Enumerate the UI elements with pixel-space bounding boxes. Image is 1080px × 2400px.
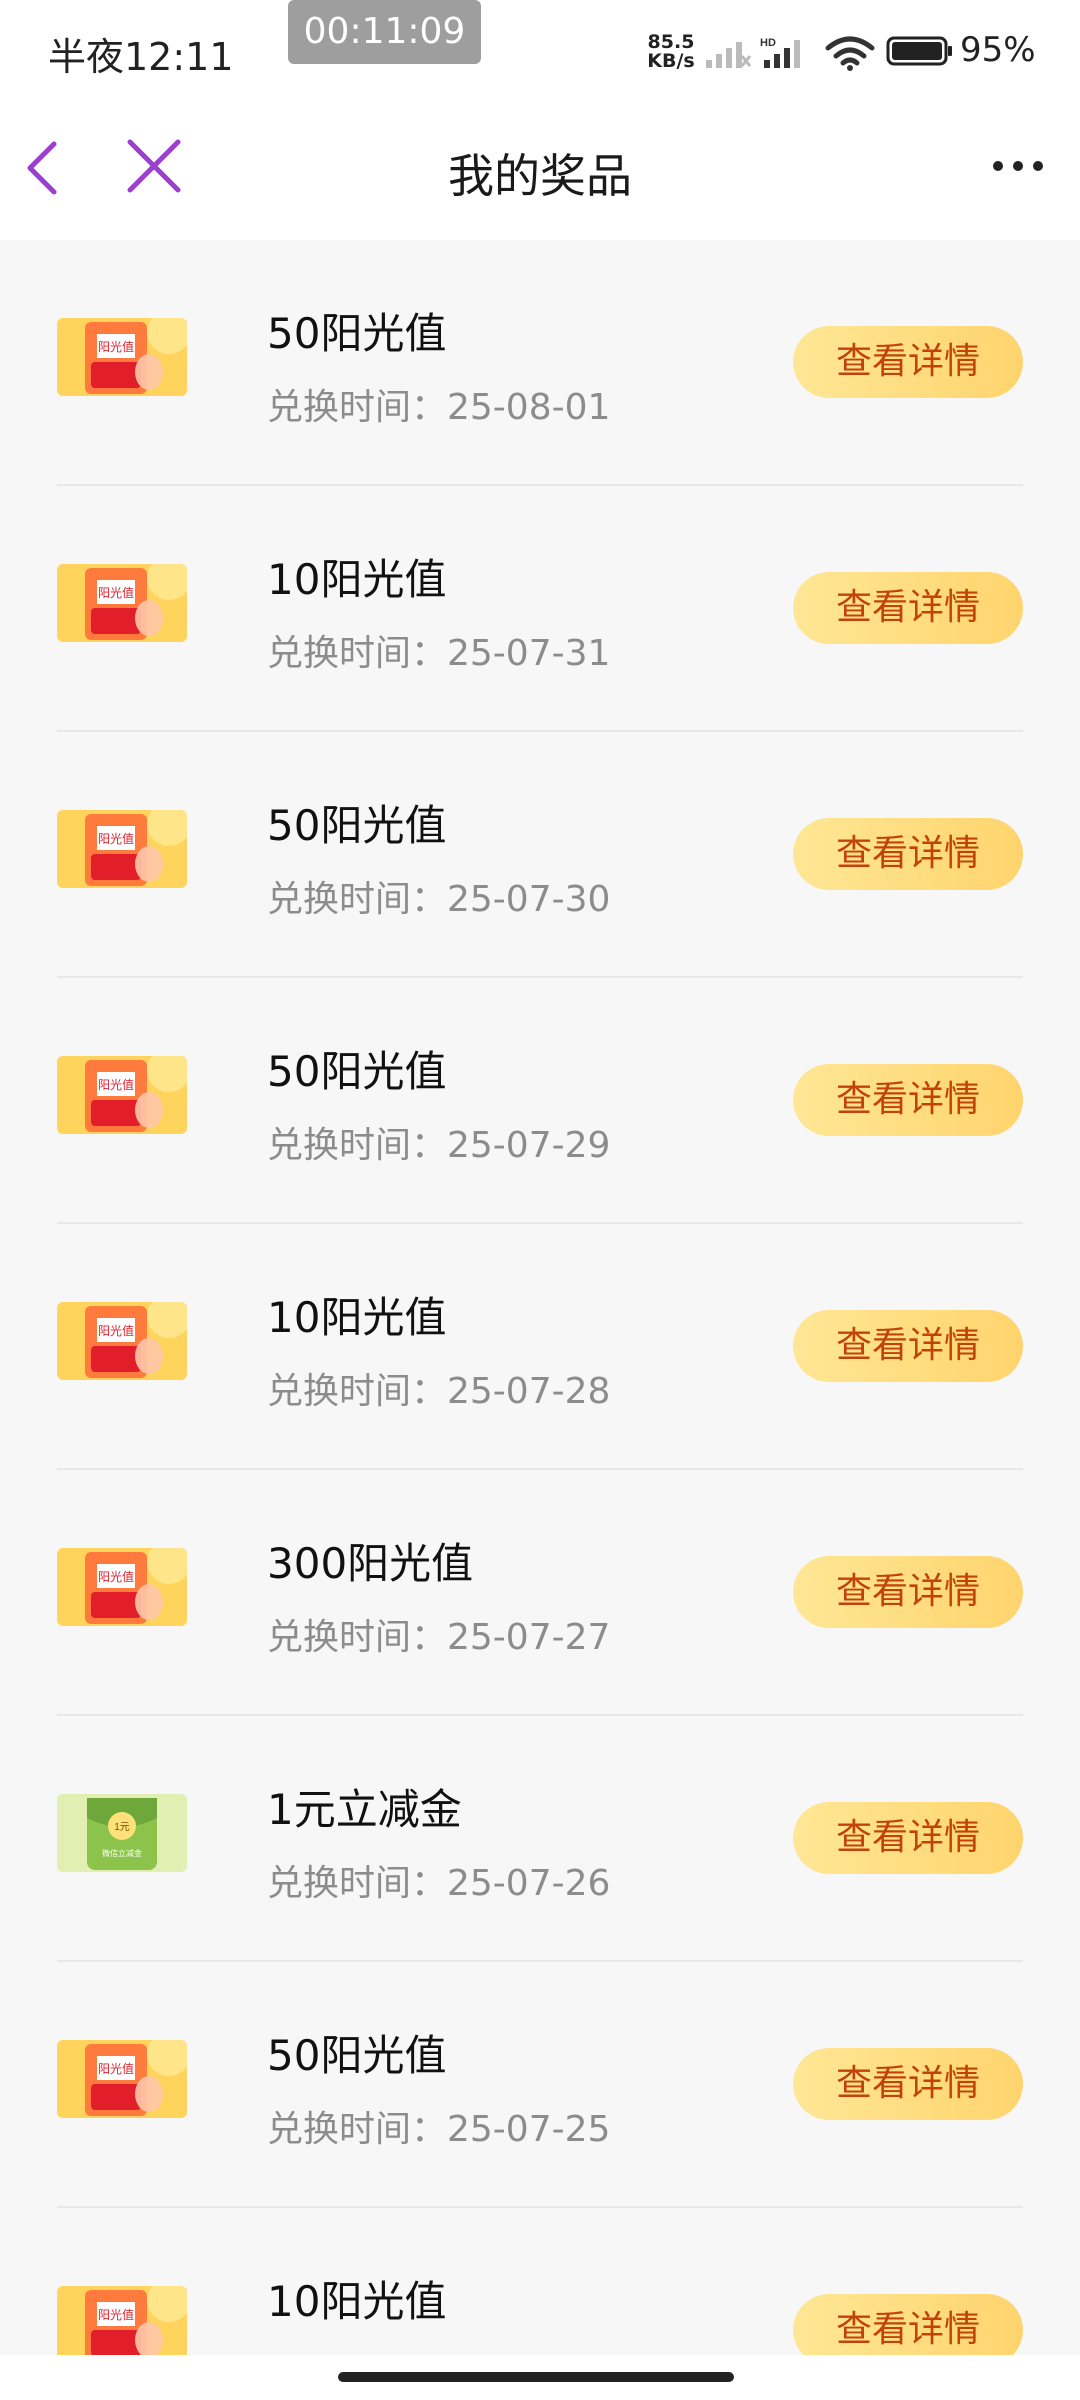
view-details-button[interactable]: 查看详情: [793, 818, 1023, 890]
svg-text:微信立减金: 微信立减金: [102, 1848, 142, 1858]
signal-label: HD: [760, 37, 776, 49]
more-horizontal-icon[interactable]: [990, 156, 1046, 176]
prize-list-item: 阳光值 50阳光值 兑换时间：25-07-25 查看详情: [0, 1962, 1080, 2208]
svg-text:1元: 1元: [114, 1822, 130, 1833]
page-title: 我的奖品: [448, 149, 632, 203]
prize-name: 1元立减金: [267, 1785, 462, 1834]
status-time: 半夜12:11: [48, 35, 234, 79]
view-details-button[interactable]: 查看详情: [793, 1310, 1023, 1382]
view-details-button[interactable]: 查看详情: [793, 326, 1023, 398]
prize-list-item: 1元 微信立减金 1元立减金 兑换时间：25-07-26 查看详情: [0, 1716, 1080, 1962]
prize-thumbnail: 阳光值: [57, 2040, 187, 2118]
view-details-button[interactable]: 查看详情: [793, 2294, 1023, 2355]
prize-thumbnail: 阳光值: [57, 318, 187, 396]
svg-text:阳光值: 阳光值: [98, 1323, 134, 1338]
sunshine-voucher-icon: 阳光值: [57, 1302, 187, 1380]
prize-name: 50阳光值: [267, 1047, 447, 1096]
prize-list-item: 阳光值 10阳光值 兑换时间：25-07-31 查看详情: [0, 486, 1080, 732]
svg-text:阳光值: 阳光值: [98, 339, 134, 354]
view-details-button[interactable]: 查看详情: [793, 1556, 1023, 1628]
svg-text:阳光值: 阳光值: [98, 2307, 134, 2322]
svg-text:阳光值: 阳光值: [98, 2061, 134, 2076]
prize-list-item: 阳光值 10阳光值 兑换时间：25-07-24 查看详情: [0, 2208, 1080, 2355]
sunshine-voucher-icon: 阳光值: [57, 1548, 187, 1626]
nav-bar: 我的奖品: [0, 100, 1080, 240]
view-details-button[interactable]: 查看详情: [793, 1064, 1023, 1136]
sunshine-voucher-icon: 阳光值: [57, 810, 187, 888]
prize-thumbnail: 阳光值: [57, 2286, 187, 2355]
wifi-icon: [825, 36, 875, 71]
home-indicator[interactable]: [338, 2372, 734, 2382]
coupon-icon: 1元 微信立减金: [57, 1794, 187, 1872]
svg-text:阳光值: 阳光值: [98, 585, 134, 600]
redeem-time: 兑换时间：25-08-01: [267, 387, 611, 428]
prize-thumbnail: 阳光值: [57, 810, 187, 888]
prize-list-item: 阳光值 300阳光值 兑换时间：25-07-27 查看详情: [0, 1470, 1080, 1716]
prize-name: 50阳光值: [267, 2031, 447, 2080]
sunshine-voucher-icon: 阳光值: [57, 564, 187, 642]
prize-name: 10阳光值: [267, 2277, 447, 2326]
signal-icon: [706, 42, 752, 68]
view-details-button[interactable]: 查看详情: [793, 572, 1023, 644]
network-speed: 85.5 KB/s: [646, 33, 696, 71]
prize-name: 50阳光值: [267, 309, 447, 358]
prize-name: 10阳光值: [267, 1293, 447, 1342]
redeem-time: 兑换时间：25-07-28: [267, 1371, 611, 1412]
sunshine-voucher-icon: 阳光值: [57, 318, 187, 396]
prize-name: 300阳光值: [267, 1539, 474, 1588]
prize-list-item: 阳光值 50阳光值 兑换时间：25-08-01 查看详情: [0, 240, 1080, 486]
prize-thumbnail: 1元 微信立减金: [57, 1794, 187, 1872]
battery-icon: [886, 36, 952, 66]
prize-list-item: 阳光值 10阳光值 兑换时间：25-07-28 查看详情: [0, 1224, 1080, 1470]
redeem-time: 兑换时间：25-07-25: [267, 2109, 611, 2150]
sunshine-voucher-icon: 阳光值: [57, 2040, 187, 2118]
redeem-time: 兑换时间：25-07-29: [267, 1125, 611, 1166]
redeem-time: 兑换时间：25-07-24: [267, 2346, 610, 2355]
prize-list-item: 阳光值 50阳光值 兑换时间：25-07-29 查看详情: [0, 978, 1080, 1224]
prize-name: 50阳光值: [267, 801, 447, 850]
redeem-time: 兑换时间：25-07-27: [267, 1617, 611, 1658]
prize-list: 阳光值 50阳光值 兑换时间：25-08-01 查看详情 阳光值 10阳光值 兑…: [0, 240, 1080, 2355]
battery-percent: 95%: [960, 30, 1036, 70]
prize-thumbnail: 阳光值: [57, 1548, 187, 1626]
gesture-bar-area: [0, 2355, 1080, 2400]
recording-timer: 00:11:09: [288, 0, 481, 64]
view-details-button[interactable]: 查看详情: [793, 1802, 1023, 1874]
svg-text:阳光值: 阳光值: [98, 1569, 134, 1584]
status-bar: 半夜12:11 00:11:09 85.5 KB/s HD 95%: [0, 0, 1080, 100]
view-details-button[interactable]: 查看详情: [793, 2048, 1023, 2120]
redeem-time: 兑换时间：25-07-30: [267, 879, 611, 920]
prize-thumbnail: 阳光值: [57, 1056, 187, 1134]
prize-thumbnail: 阳光值: [57, 564, 187, 642]
prize-name: 10阳光值: [267, 555, 447, 604]
redeem-time: 兑换时间：25-07-26: [267, 1863, 611, 1904]
prize-list-item: 阳光值 50阳光值 兑换时间：25-07-30 查看详情: [0, 732, 1080, 978]
network-speed-unit: KB/s: [647, 50, 695, 72]
svg-text:阳光值: 阳光值: [98, 831, 134, 846]
sunshine-voucher-icon: 阳光值: [57, 1056, 187, 1134]
redeem-time: 兑换时间：25-07-31: [267, 633, 611, 674]
sunshine-voucher-icon: 阳光值: [57, 2286, 187, 2355]
prize-thumbnail: 阳光值: [57, 1302, 187, 1380]
hd-signal-icon: HD: [760, 37, 800, 68]
svg-text:阳光值: 阳光值: [98, 1077, 134, 1092]
